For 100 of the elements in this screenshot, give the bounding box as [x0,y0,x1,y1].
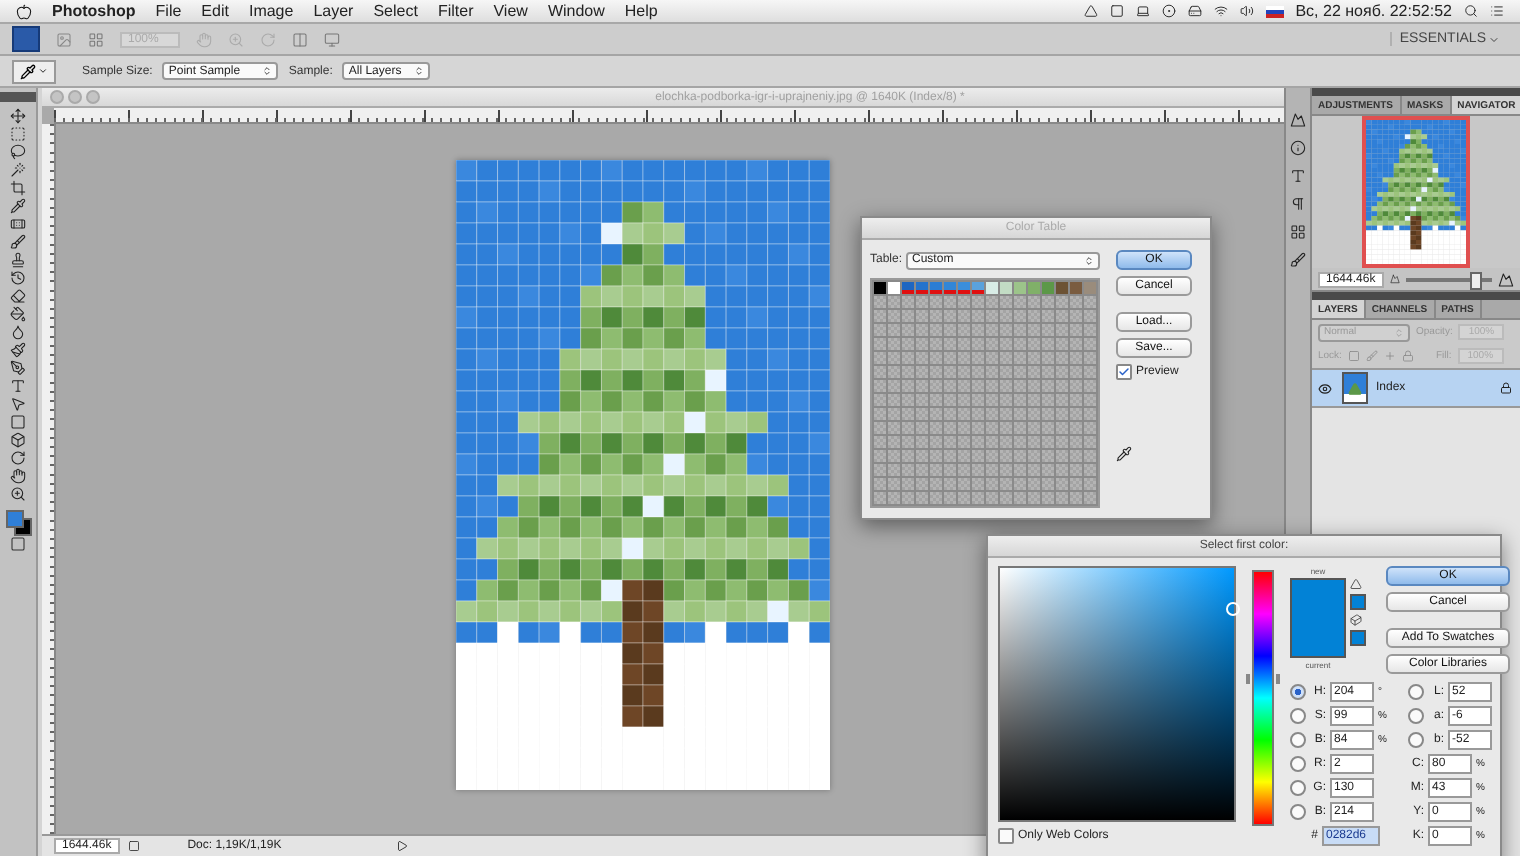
color-swatch[interactable] [1014,282,1026,294]
brush-icon[interactable] [10,234,26,250]
visibility-toggle[interactable] [1318,381,1334,395]
radio-button[interactable] [1290,708,1306,724]
triangle-icon[interactable] [1083,4,1098,18]
menu-item[interactable]: Window [547,2,605,20]
apple-icon[interactable] [16,3,32,19]
square-icon[interactable] [1109,4,1124,18]
type-icon[interactable] [10,378,26,394]
zoom-in-icon[interactable] [1498,271,1514,287]
hand-icon[interactable] [10,468,26,484]
color-swatch[interactable] [1042,282,1054,294]
bandage-icon[interactable] [10,216,26,232]
droplet-icon[interactable] [10,324,26,340]
search-icon[interactable] [1464,4,1478,18]
checkbox[interactable] [998,828,1014,844]
eyedropper-icon[interactable] [10,198,26,214]
list-icon[interactable] [1490,4,1504,18]
quick-mask-icon[interactable] [10,536,26,552]
dodge-icon[interactable] [10,342,26,358]
drive-icon[interactable] [1187,4,1202,18]
navigator-preview-drawing [1366,120,1466,264]
radio-button[interactable] [1408,708,1424,724]
checkbox[interactable] [1116,364,1133,380]
color-swatch[interactable] [1028,282,1040,294]
color-marker[interactable] [1225,602,1240,617]
color-preview [1290,578,1346,658]
updown-icon [1394,327,1404,337]
zoom-icon[interactable] [10,486,26,502]
brush-presets-icon[interactable] [1290,252,1306,268]
paint-bucket-icon[interactable] [10,306,26,322]
radio-button[interactable] [1290,780,1306,796]
menu-item[interactable]: View [493,2,528,20]
menu-clock[interactable]: Вс, 22 нояб. 22:52:52 [1295,2,1452,20]
color-swatch[interactable] [874,282,886,294]
zoom-out-icon[interactable] [1389,274,1400,284]
pointer-icon[interactable] [10,396,26,412]
character-icon[interactable] [1290,168,1306,184]
hue-slider[interactable] [1246,566,1280,826]
gamut-swatch[interactable] [1350,594,1366,610]
view-extras-icon[interactable] [88,31,104,47]
3d-icon[interactable] [10,432,26,448]
color-swatch[interactable] [902,282,914,294]
stamp-icon[interactable] [10,252,26,268]
slider-thumb[interactable] [1470,271,1483,289]
radio-button[interactable] [1408,684,1424,700]
volume-icon[interactable] [1239,4,1254,18]
move-icon[interactable] [10,108,26,124]
radio-button[interactable] [1290,732,1306,748]
wifi-icon[interactable] [1213,4,1228,18]
paragraph-icon[interactable] [1290,196,1306,212]
eraser-icon[interactable] [10,288,26,304]
history-brush-icon[interactable] [10,270,26,286]
color-swatch[interactable] [1000,282,1012,294]
menu-item[interactable]: Help [624,2,658,20]
color-swatch[interactable] [916,282,928,294]
color-swatch[interactable] [1084,282,1096,294]
tool-preset-button[interactable] [12,59,56,83]
color-swatch[interactable] [972,282,984,294]
screen-mode-icon[interactable] [324,31,341,47]
menu-item[interactable]: Photoshop [52,2,136,20]
menu-item[interactable]: Filter [437,2,474,20]
caret-icon [38,66,48,76]
color-swatches-icon[interactable] [6,510,30,534]
radio-button[interactable] [1290,756,1306,772]
color-swatch[interactable] [1070,282,1082,294]
color-swatch[interactable] [930,282,942,294]
eyedropper-icon[interactable] [1116,446,1133,462]
color-swatch[interactable] [1056,282,1068,294]
rotate-icon[interactable] [10,450,26,466]
menu-item[interactable]: Image [248,2,294,20]
pen-icon[interactable] [10,360,26,376]
magic-wand-icon[interactable] [10,162,26,178]
swatches-icon[interactable] [1290,224,1306,240]
radio-button[interactable] [1290,684,1306,700]
menu-item[interactable]: Edit [201,2,229,20]
updown-icon [414,66,425,76]
lasso-icon[interactable] [10,144,26,160]
hue-slider-handle[interactable] [1246,673,1280,684]
circle-icon[interactable] [1161,4,1176,18]
color-swatch[interactable] [986,282,998,294]
crop-icon[interactable] [10,180,26,196]
info-icon[interactable] [1290,140,1306,156]
export-icon[interactable] [127,840,140,852]
color-field[interactable] [998,566,1236,822]
flag-icon[interactable] [1265,5,1284,17]
color-swatch[interactable] [958,282,970,294]
color-swatch[interactable] [888,282,900,294]
radio-button[interactable] [1408,732,1424,748]
layer-thumbnail [1342,372,1368,404]
menu-item[interactable]: Layer [313,2,354,20]
menu-item[interactable]: Select [373,2,418,20]
color-swatch[interactable] [944,282,956,294]
radio-button[interactable] [1290,804,1306,820]
laptop-icon[interactable] [1135,4,1150,18]
histogram-icon[interactable] [1290,112,1306,128]
menu-item[interactable]: File [155,2,182,20]
menu-arrow-icon[interactable] [395,840,408,852]
web-safe-swatch[interactable] [1350,630,1366,646]
toolbox-grip[interactable] [0,92,36,102]
